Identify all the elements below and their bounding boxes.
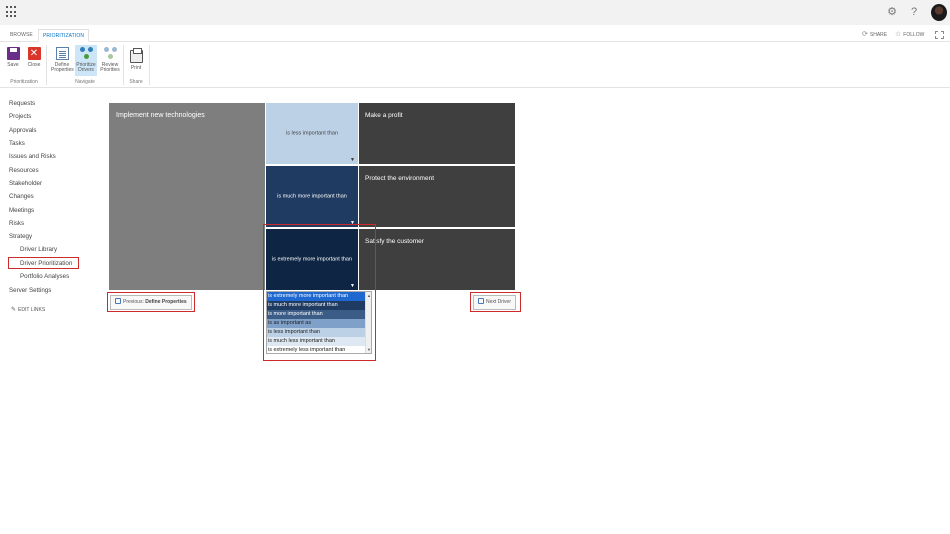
review-priorities-label-2: Priorities xyxy=(100,67,120,73)
edit-links-label: EDIT LINKS xyxy=(18,307,46,313)
share-button[interactable]: ⟳ SHARE xyxy=(862,31,887,39)
share-label: SHARE xyxy=(869,32,888,38)
prioritize-drivers-button[interactable]: Prioritize Drivers xyxy=(75,45,97,76)
edit-links-button[interactable]: ✎ EDIT LINKS xyxy=(11,306,45,313)
help-icon[interactable]: ? xyxy=(907,5,921,19)
listbox-option[interactable]: is more important than xyxy=(267,310,366,319)
right-driver-cell: Make a profit xyxy=(359,103,515,164)
comparison-cell[interactable]: is much more important than ▼ xyxy=(266,166,358,227)
suite-bar: ⚙ ? xyxy=(0,0,950,25)
previous-target: Define Properties xyxy=(145,299,187,305)
nav-changes[interactable]: Changes xyxy=(9,193,34,200)
ribbon-tabs: BROWSE PRIORITIZATION xyxy=(0,29,950,42)
listbox-option[interactable]: is much more important than xyxy=(267,301,366,310)
follow-button[interactable]: ☆ FOLLOW xyxy=(895,31,924,39)
importance-listbox[interactable]: is extremely more important than is much… xyxy=(266,291,372,354)
scroll-up-icon[interactable]: ▲ xyxy=(366,293,371,298)
left-driver-label: Implement new technologies xyxy=(116,112,205,119)
close-icon: ✕ xyxy=(27,47,41,60)
group-navigate: Navigate xyxy=(75,79,95,85)
close-button[interactable]: ✕ Close xyxy=(23,45,45,68)
share-icon: ⟳ xyxy=(862,31,868,38)
nav-requests[interactable]: Requests xyxy=(9,100,35,107)
listbox-option[interactable]: is less important than xyxy=(267,328,366,337)
prioritize-drivers-icon xyxy=(79,47,93,60)
nav-stakeholder[interactable]: Stakeholder xyxy=(9,180,42,187)
comparison-text: is less important than xyxy=(286,130,338,136)
hand-pointer-icon xyxy=(115,298,121,304)
nav-meetings[interactable]: Meetings xyxy=(9,207,34,214)
dropdown-arrow-icon[interactable]: ▼ xyxy=(350,157,355,163)
review-priorities-button[interactable]: Review Priorities xyxy=(99,45,121,73)
define-properties-label-2: Properties xyxy=(51,67,74,73)
close-label: Close xyxy=(27,62,41,68)
gear-icon[interactable]: ⚙ xyxy=(885,5,899,19)
define-properties-button[interactable]: Define Properties xyxy=(51,45,74,73)
listbox-scrollbar[interactable]: ▲ ▼ xyxy=(365,292,371,353)
nav-selected-highlight xyxy=(8,257,79,269)
listbox-option[interactable]: is much less important than xyxy=(267,337,366,346)
nav-risks[interactable]: Risks xyxy=(9,220,24,227)
nav-approvals[interactable]: Approvals xyxy=(9,127,37,134)
nav-issues-and-risks[interactable]: Issues and Risks xyxy=(9,153,56,160)
next-driver-label: Next Driver xyxy=(486,299,512,305)
group-share: Share xyxy=(129,79,143,85)
nav-resources[interactable]: Resources xyxy=(9,167,39,174)
star-icon: ☆ xyxy=(895,31,902,38)
nav-strategy[interactable]: Strategy xyxy=(9,233,32,240)
nav-driver-library[interactable]: Driver Library xyxy=(20,246,57,253)
nav-projects[interactable]: Projects xyxy=(9,113,31,120)
tab-browse[interactable]: BROWSE xyxy=(6,29,37,42)
define-properties-icon xyxy=(55,47,69,60)
comparison-text: is much more important than xyxy=(277,193,347,199)
focus-mode-icon[interactable] xyxy=(935,31,944,39)
scroll-down-icon[interactable]: ▼ xyxy=(366,347,371,352)
listbox-option[interactable]: is extremely less important than xyxy=(267,346,366,353)
right-driver-cell: Protect the environment xyxy=(359,166,515,227)
nav-portfolio-analyses[interactable]: Portfolio Analyses xyxy=(20,273,69,280)
listbox-option[interactable]: is as important as xyxy=(267,319,366,328)
avatar[interactable] xyxy=(931,4,947,21)
nav-tasks[interactable]: Tasks xyxy=(9,140,25,147)
save-button[interactable]: Save xyxy=(2,45,24,68)
right-driver-label: Protect the environment xyxy=(365,175,435,182)
save-icon xyxy=(6,47,20,60)
print-button[interactable]: Print xyxy=(125,45,147,71)
ribbon-separator xyxy=(46,45,47,85)
listbox-option[interactable]: is extremely more important than xyxy=(267,292,366,301)
comparison-cell[interactable]: is less important than ▼ xyxy=(266,103,358,164)
app-launcher-icon[interactable] xyxy=(6,6,18,18)
ribbon-separator xyxy=(149,45,150,85)
prioritize-drivers-label-2: Drivers xyxy=(78,67,94,73)
review-priorities-icon xyxy=(103,47,117,60)
ribbon: Save ✕ Close Define Properties Prioritiz… xyxy=(0,42,950,88)
print-label: Print xyxy=(130,65,142,71)
next-driver-button[interactable]: Next Driver xyxy=(473,295,517,310)
group-prioritization: Prioritization xyxy=(10,79,38,85)
print-icon xyxy=(129,48,143,63)
right-driver-cell: Satisfy the customer xyxy=(359,229,515,290)
save-label: Save xyxy=(7,62,19,68)
previous-prefix: Previous: xyxy=(123,299,144,305)
follow-label: FOLLOW xyxy=(903,32,925,38)
hand-pointer-icon xyxy=(478,298,484,304)
tab-prioritization[interactable]: PRIORITIZATION xyxy=(38,29,90,42)
left-driver-cell: Implement new technologies xyxy=(109,103,265,290)
right-driver-label: Make a profit xyxy=(365,112,403,119)
nav-server-settings[interactable]: Server Settings xyxy=(9,287,51,294)
previous-button[interactable]: Previous: Define Properties xyxy=(110,295,192,310)
pencil-icon: ✎ xyxy=(11,307,17,313)
